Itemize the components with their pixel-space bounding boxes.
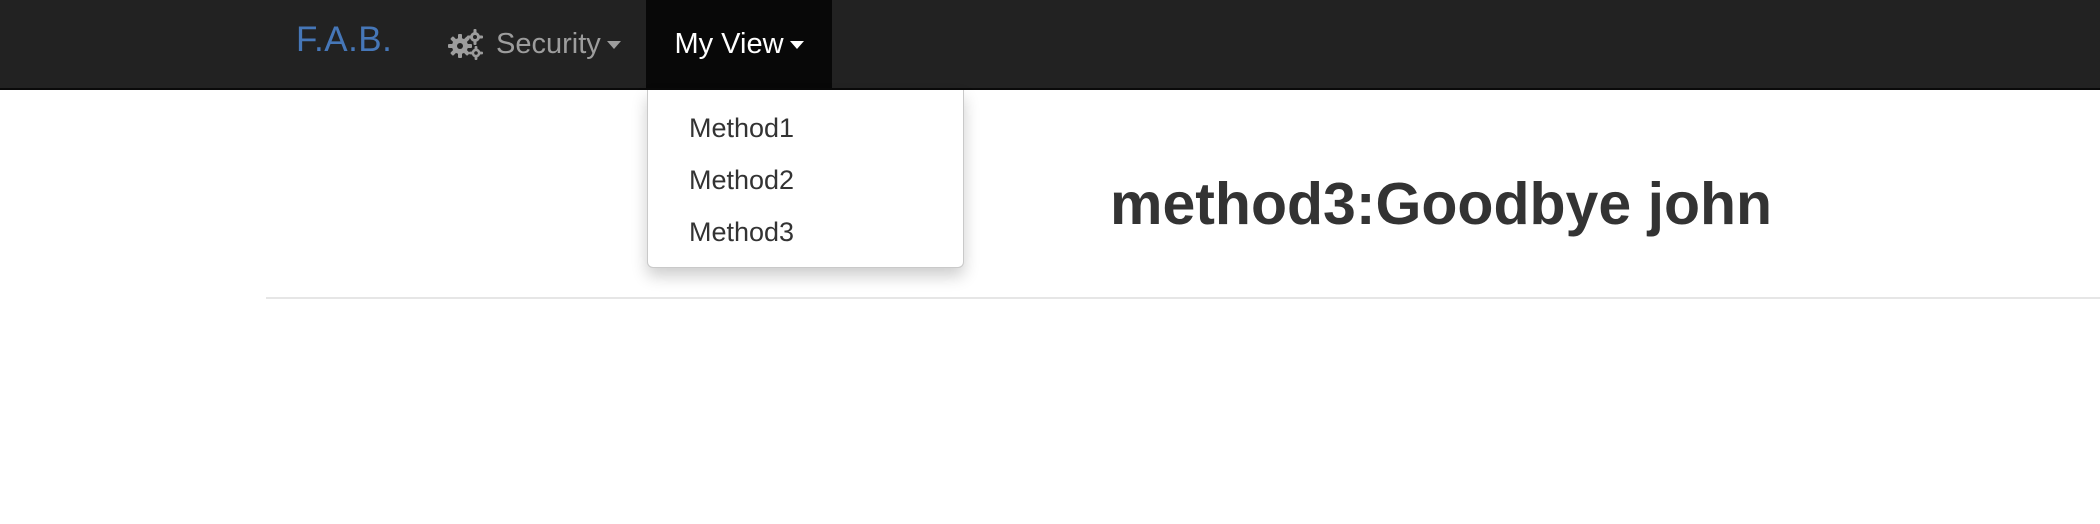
nav-item-my-view[interactable]: My View bbox=[646, 0, 832, 88]
gears-icon bbox=[448, 29, 483, 60]
nav-security-label: Security bbox=[496, 27, 601, 60]
dropdown-item-method1[interactable]: Method1 bbox=[689, 112, 794, 144]
nav-my-view-label: My View bbox=[674, 27, 784, 60]
brand-link[interactable]: F.A.B. bbox=[296, 0, 392, 80]
my-view-dropdown-menu: Method1 Method2 Method3 bbox=[647, 90, 964, 268]
caret-down-icon bbox=[606, 41, 621, 49]
nav-item-security[interactable]: Security bbox=[434, 0, 631, 88]
caret-down-icon bbox=[789, 41, 804, 49]
dropdown-item-method3[interactable]: Method3 bbox=[689, 216, 794, 248]
dropdown-item-method2[interactable]: Method2 bbox=[689, 164, 794, 196]
top-navbar: F.A.B. Security My View bbox=[0, 0, 2100, 90]
page-title: method3:Goodbye john bbox=[1110, 171, 1773, 237]
header-divider bbox=[266, 297, 2100, 299]
